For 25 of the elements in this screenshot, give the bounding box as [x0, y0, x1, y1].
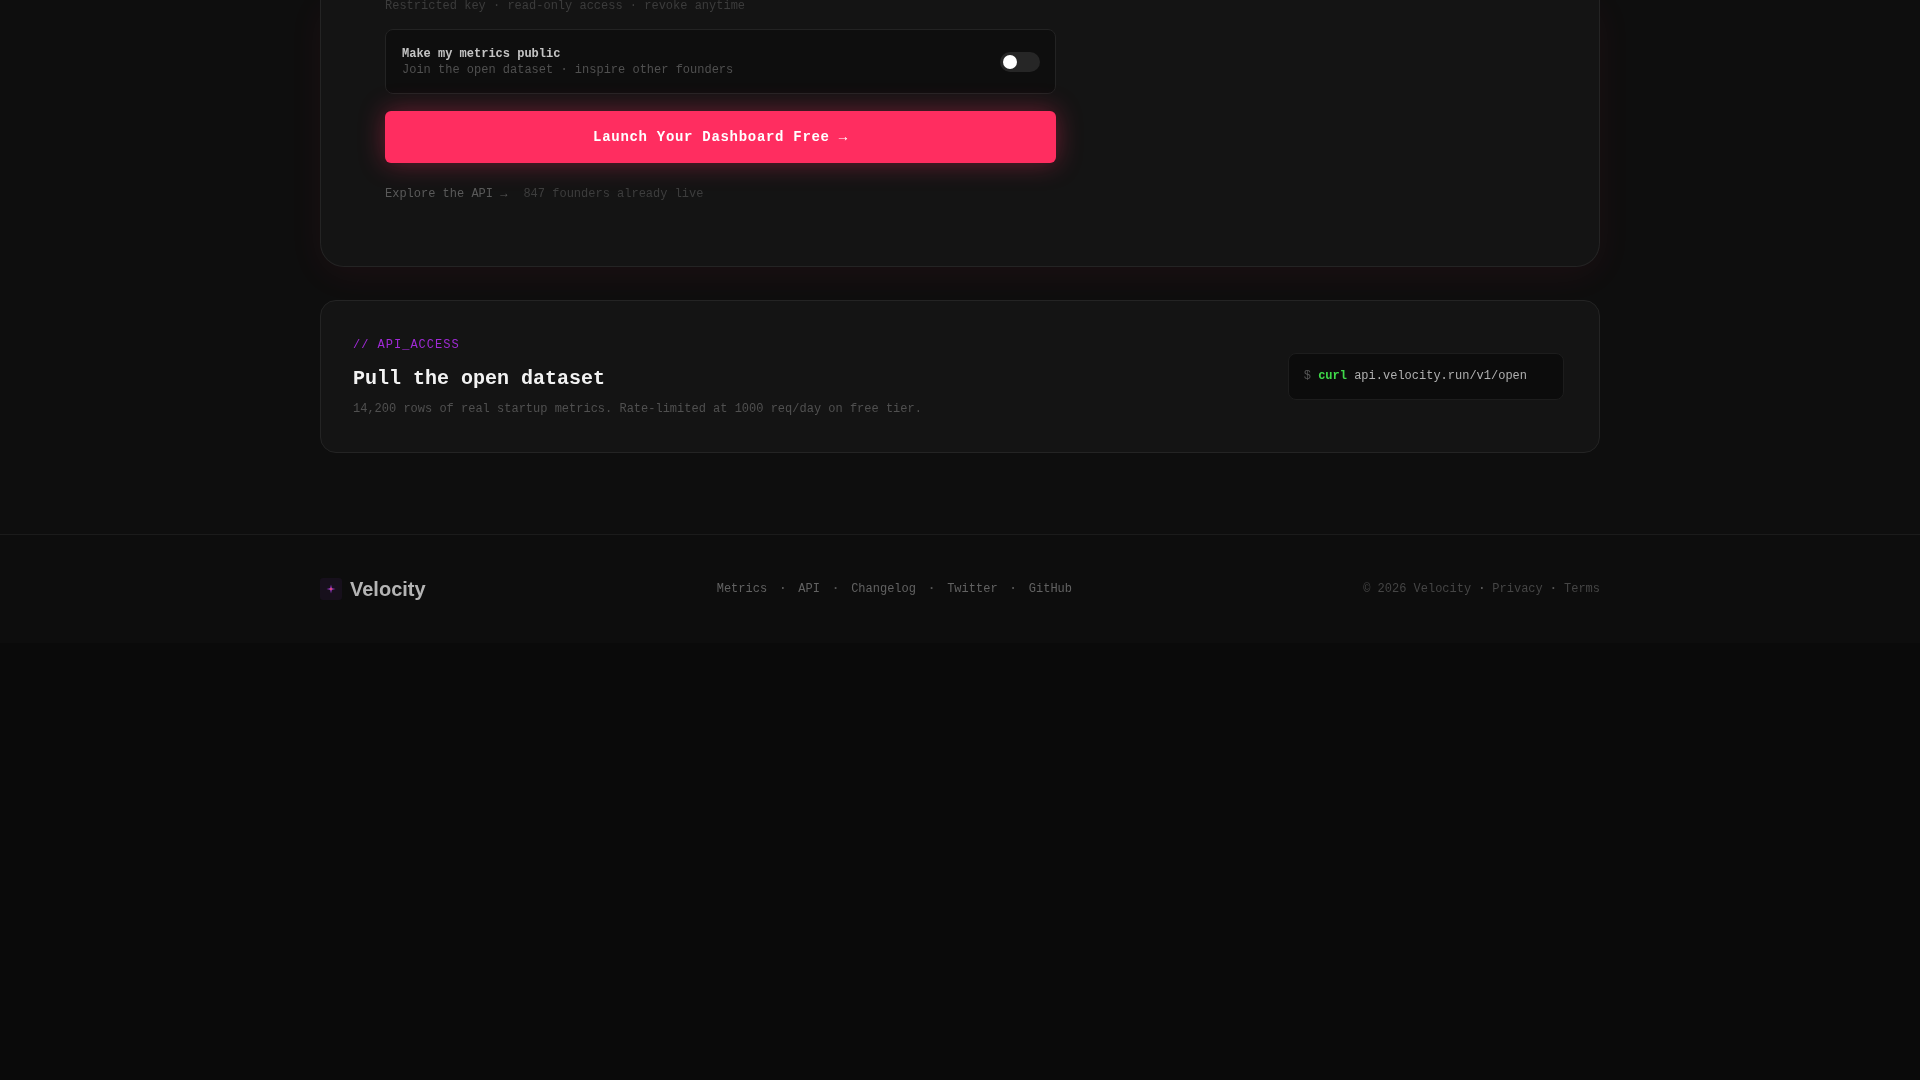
footer-link[interactable]: Changelog	[851, 582, 916, 596]
separator: ·	[1549, 582, 1557, 596]
section-description: 14,200 rows of real startup metrics. Rate-limited at 1000 req/day on free tier.	[353, 400, 922, 417]
copyright-text: © 2026 Velocity	[1363, 582, 1472, 596]
separator: ·	[927, 582, 936, 596]
separator: ·	[1478, 582, 1486, 596]
separator: ·	[779, 582, 787, 596]
footer-link[interactable]: Metrics	[716, 582, 768, 596]
separator: ·	[831, 582, 840, 596]
footer-link[interactable]: GitHub	[1028, 582, 1072, 596]
logo-icon	[320, 578, 342, 600]
toggle-title: Make my metrics public	[402, 45, 562, 62]
explore-api-link[interactable]: Explore the API →	[385, 186, 508, 202]
section-label: // API_ACCESS	[353, 336, 461, 353]
footer-link[interactable]: API	[798, 582, 820, 596]
legal-link[interactable]: Terms	[1564, 582, 1600, 596]
brand-name: Velocity	[350, 577, 426, 601]
curl-command: $ curl api.velocity.run/v1/open	[1303, 368, 1527, 385]
toggle-subtitle: Join the open dataset · inspire other founders	[402, 61, 734, 78]
section-title: Pull the open dataset	[353, 365, 607, 392]
legal-link[interactable]: Privacy	[1492, 582, 1543, 596]
footer-link[interactable]: Twitter	[947, 582, 998, 596]
separator: ·	[1009, 582, 1017, 596]
launch-dashboard-button[interactable]: Launch Your Dashboard Free →	[385, 111, 1056, 163]
toggle-switch[interactable]	[1000, 51, 1040, 72]
